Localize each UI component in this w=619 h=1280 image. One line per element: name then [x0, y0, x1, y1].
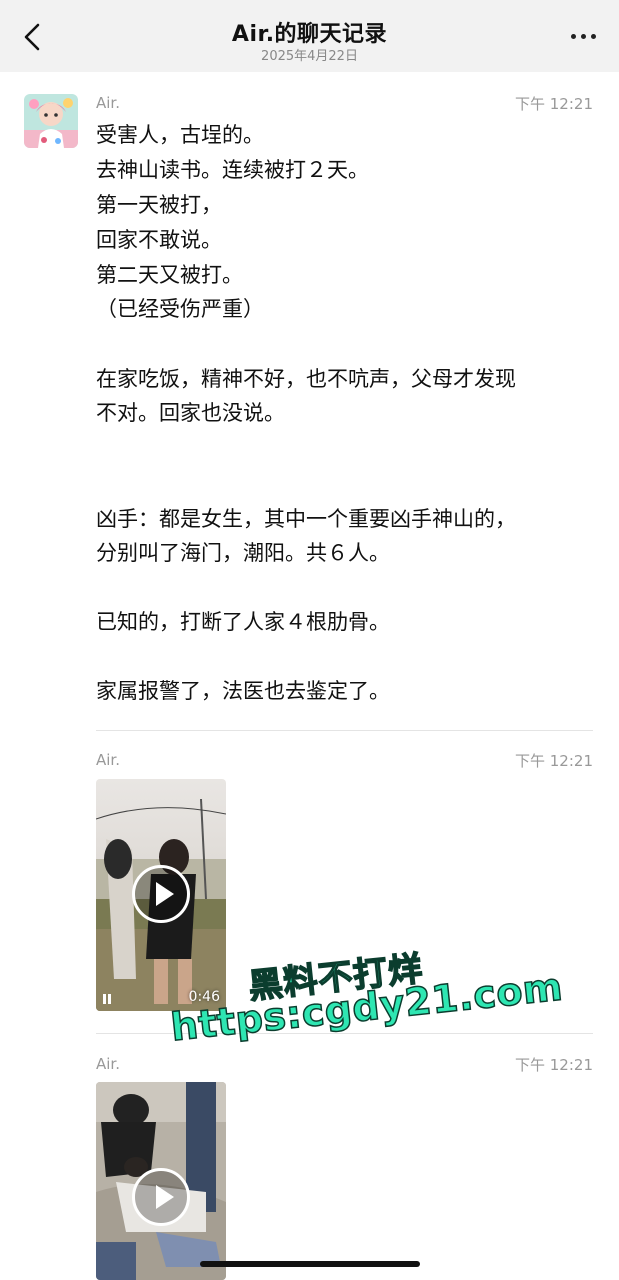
page-title: Air.的聊天记录	[231, 22, 388, 47]
message-sender: Air.	[96, 1055, 120, 1073]
message-line: 分别叫了海门，潮阳。共６人。	[96, 541, 390, 565]
message-line: 去神山读书。连续被打２天。	[96, 158, 369, 182]
message-divider	[96, 1033, 593, 1034]
message-sender: Air.	[96, 751, 120, 769]
sender-avatar[interactable]	[24, 94, 78, 148]
play-icon[interactable]	[132, 1168, 190, 1226]
message-sender: Air.	[96, 94, 120, 112]
chat-date: 2025年4月22日	[261, 49, 358, 64]
message-line: （已经受伤严重）	[96, 297, 264, 321]
more-dots-icon[interactable]	[569, 28, 599, 44]
message-line: 不对。回家也没说。	[96, 401, 285, 425]
home-indicator	[200, 1261, 420, 1267]
pause-icon	[102, 994, 112, 1004]
message-line: 受害人，古埕的。	[96, 123, 264, 147]
message-line: 在家吃饭，精神不好，也不吭声，父母才发现	[96, 367, 516, 391]
message-line: 第一天被打，	[96, 193, 222, 217]
play-icon[interactable]	[132, 865, 190, 923]
message-line: 已知的，打断了人家４根肋骨。	[96, 610, 390, 634]
video-message-2[interactable]	[96, 1082, 226, 1280]
message-line: 第二天又被打。	[96, 263, 243, 287]
video-message-1[interactable]: 0:46	[96, 779, 226, 1011]
message-divider	[96, 730, 593, 731]
message-line: 回家不敢说。	[96, 228, 222, 252]
message-time: 下午 12:21	[515, 95, 593, 113]
message-time: 下午 12:21	[515, 1056, 593, 1074]
message-time: 下午 12:21	[515, 752, 593, 770]
top-bar: Air.的聊天记录 2025年4月22日	[0, 0, 619, 72]
message-line: 凶手：都是女生，其中一个重要凶手神山的，	[96, 507, 516, 531]
message-line: 家属报警了，法医也去鉴定了。	[96, 679, 390, 703]
